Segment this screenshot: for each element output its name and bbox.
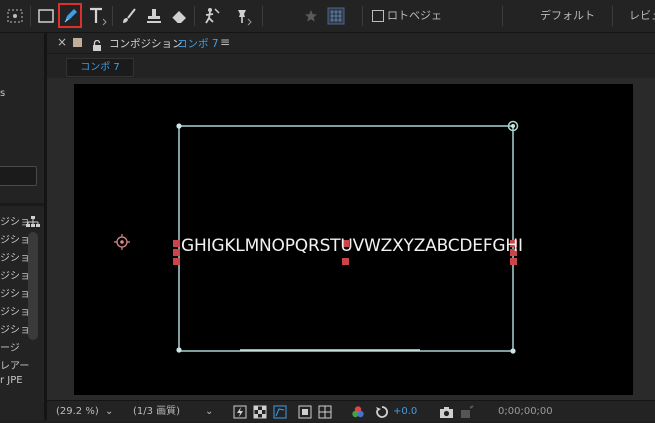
- mask-path-icon[interactable]: [273, 404, 287, 423]
- exposure-value[interactable]: +0.0: [393, 401, 417, 421]
- bbox-handle-bottom-right[interactable]: [510, 348, 516, 354]
- anchor-point-icon[interactable]: [114, 234, 130, 250]
- text-handle-left[interactable]: [173, 240, 180, 265]
- transparency-grid-icon[interactable]: [253, 404, 267, 423]
- show-snapshot-icon[interactable]: [460, 404, 474, 423]
- bbox-handle-bottom-left[interactable]: [176, 347, 182, 353]
- text-layer-content[interactable]: GHIGKLMNOPQRSTUVWZXYZABCDEFGHI: [181, 236, 523, 256]
- layer-transform-overlay: [114, 120, 519, 354]
- guides-icon[interactable]: [318, 404, 332, 423]
- bbox-handle-top-right-dot[interactable]: [511, 124, 515, 128]
- chevron-down-icon[interactable]: ⌄: [105, 401, 113, 421]
- reset-exposure-icon[interactable]: [375, 404, 389, 423]
- region-of-interest-icon[interactable]: [298, 404, 312, 423]
- chevron-down-icon[interactable]: ⌄: [205, 401, 213, 421]
- bbox-handle-top-left[interactable]: [176, 123, 182, 129]
- color-channel-icon[interactable]: [351, 404, 365, 423]
- magnification-dropdown[interactable]: (29.2 %): [56, 401, 99, 421]
- current-timecode[interactable]: 0;00;00;00: [498, 401, 553, 421]
- resolution-dropdown[interactable]: (1/3 画質): [133, 401, 180, 421]
- fast-preview-icon[interactable]: [233, 404, 247, 423]
- camera-icon[interactable]: [439, 404, 454, 423]
- viewer-bottom-bar: (29.2 %) ⌄ (1/3 画質) ⌄ +0.0 0;00;00;00: [47, 400, 655, 421]
